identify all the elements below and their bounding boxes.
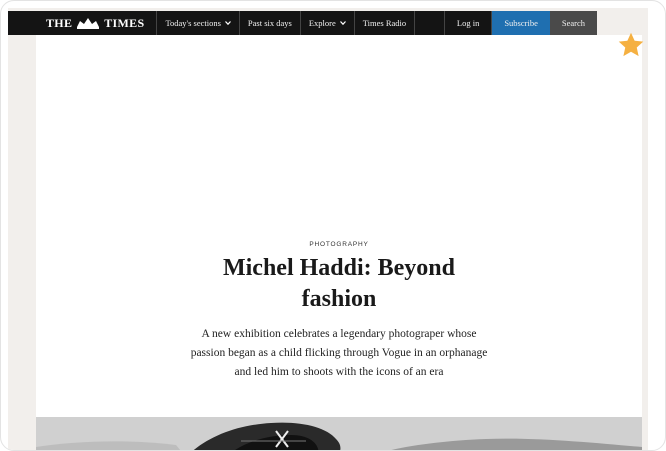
subscribe-label: Subscribe	[504, 18, 538, 28]
headline-text: Michel Haddi: Beyond fashion	[222, 255, 456, 312]
site-logo[interactable]: THE TIMES	[8, 11, 158, 35]
nav-explore[interactable]: Explore	[301, 11, 355, 35]
search-label: Search	[561, 18, 585, 28]
crest-icon	[77, 18, 100, 29]
search-button[interactable]: Search	[549, 11, 597, 35]
nav-spacer	[415, 11, 445, 35]
subscribe-button[interactable]: Subscribe	[492, 11, 550, 35]
favorite-star-button[interactable]	[615, 29, 647, 61]
hero-photo-content	[36, 417, 642, 450]
nav-todays-sections[interactable]: Today's sections	[157, 11, 240, 35]
nav-explore-label: Explore	[308, 18, 336, 28]
top-nav: THE TIMES Today's sections Past six days…	[8, 11, 597, 35]
browser-viewport: THE TIMES Today's sections Past six days…	[8, 8, 648, 450]
nav-past-six-days[interactable]: Past six days	[240, 11, 301, 35]
chevron-down-icon	[339, 21, 346, 26]
article-standfirst: A new exhibition celebrates a legendary …	[190, 328, 488, 378]
nav-past-six-days-label: Past six days	[247, 18, 292, 28]
login-link[interactable]: Log in	[445, 11, 493, 35]
article-area: PHOTOGRAPHY Michel Haddi: Beyond fashion…	[36, 35, 642, 450]
card-frame: THE TIMES Today's sections Past six days…	[0, 0, 666, 451]
nav-times-radio[interactable]: Times Radio	[355, 11, 416, 35]
article-hero-image	[36, 417, 642, 450]
login-label: Log in	[456, 18, 480, 28]
nav-todays-sections-label: Today's sections	[165, 18, 221, 28]
article-headline: Michel Haddi: Beyond fashion	[36, 253, 642, 315]
article-kicker[interactable]: PHOTOGRAPHY	[36, 241, 642, 248]
chevron-down-icon	[224, 21, 231, 26]
nav-times-radio-label: Times Radio	[362, 18, 407, 28]
star-icon	[618, 32, 644, 57]
